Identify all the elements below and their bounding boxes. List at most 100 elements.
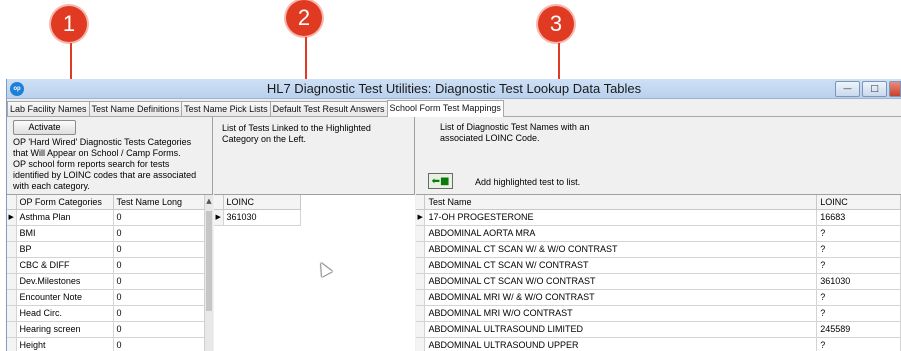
table-row[interactable]: BP 0 — [7, 241, 205, 258]
table-cell[interactable]: 0 — [113, 337, 205, 351]
categories-grid[interactable]: OP Form Categories Test Name Long ▶ Asthm… — [7, 194, 213, 351]
column-header-loinc[interactable]: LOINC — [816, 195, 901, 210]
tab-lab-facility-names[interactable]: Lab Facility Names — [7, 101, 90, 117]
table-cell[interactable]: 0 — [113, 289, 205, 306]
row-selector[interactable] — [7, 273, 17, 290]
table-row[interactable]: ABDOMINAL AORTA MRA? — [416, 225, 901, 242]
tab-test-name-definitions[interactable]: Test Name Definitions — [88, 101, 183, 117]
table-cell[interactable]: ABDOMINAL MRI W/ & W/O CONTRAST — [424, 289, 818, 306]
row-selector[interactable] — [7, 289, 17, 306]
table-cell[interactable]: 0 — [113, 241, 205, 258]
row-selector[interactable] — [416, 225, 426, 242]
table-cell[interactable]: ? — [816, 305, 901, 322]
tab-default-test-result-answers[interactable]: Default Test Result Answers — [269, 101, 388, 117]
scroll-up-icon[interactable]: ▲ — [205, 197, 213, 205]
table-row[interactable]: CBC & DIFF 0 — [7, 257, 205, 274]
table-cell[interactable]: ? — [816, 337, 901, 351]
table-cell[interactable]: 0 — [113, 257, 205, 274]
table-row[interactable]: ABDOMINAL ULTRASOUND LIMITED 245589 — [416, 321, 901, 338]
row-selector[interactable] — [416, 257, 426, 274]
current-row-indicator-icon[interactable]: ▶ — [7, 209, 17, 226]
table-row[interactable]: ABDOMINAL MRI W/ & W/O CONTRAST? — [416, 289, 901, 306]
row-selector[interactable] — [416, 321, 426, 338]
table-cell[interactable]: 361030 — [816, 273, 901, 290]
row-selector[interactable] — [416, 273, 426, 290]
table-row[interactable]: ABDOMINAL CT SCAN W/O CONTRAST 361030 — [416, 273, 901, 290]
title-bar[interactable]: op HL7 Diagnostic Test Utilities: Diagno… — [7, 79, 901, 99]
table-row[interactable]: Height 0 — [7, 337, 205, 351]
table-row[interactable]: ▶ Asthma Plan 0 — [7, 209, 205, 226]
activate-button[interactable]: Activate — [13, 120, 76, 135]
row-selector[interactable] — [7, 305, 17, 322]
table-row[interactable]: Head Circ. 0 — [7, 305, 205, 322]
table-cell[interactable]: ? — [816, 241, 901, 258]
table-row[interactable]: Encounter Note 0 — [7, 289, 205, 306]
app-window: op HL7 Diagnostic Test Utilities: Diagno… — [6, 79, 901, 351]
table-row[interactable]: ABDOMINAL CT SCAN W/ & W/O CONTRAST? — [416, 241, 901, 258]
row-selector-header — [416, 195, 426, 210]
table-cell[interactable]: Asthma Plan — [16, 209, 114, 226]
minimize-icon[interactable]: — — [835, 81, 860, 97]
column-header-loinc[interactable]: LOINC — [223, 195, 301, 210]
table-cell[interactable]: ? — [816, 225, 901, 242]
table-cell[interactable]: 0 — [113, 321, 205, 338]
row-selector[interactable] — [7, 225, 17, 242]
table-cell[interactable]: Encounter Note — [16, 289, 114, 306]
tab-test-name-pick-lists[interactable]: Test Name Pick Lists — [181, 101, 271, 117]
table-cell[interactable]: Hearing screen — [16, 321, 114, 338]
table-cell[interactable]: ? — [816, 257, 901, 274]
row-selector[interactable] — [7, 241, 17, 258]
scrollbar-thumb[interactable] — [206, 211, 212, 311]
close-icon[interactable] — [889, 81, 901, 97]
table-cell[interactable]: 361030 — [223, 209, 301, 226]
maximize-icon[interactable]: □ — [862, 81, 887, 97]
callout-marker-3: 3 — [538, 6, 574, 42]
table-cell[interactable]: ABDOMINAL AORTA MRA — [424, 225, 818, 242]
table-cell[interactable]: 0 — [113, 209, 205, 226]
row-selector[interactable] — [7, 337, 17, 351]
tab-school-form-test-mappings[interactable]: School Form Test Mappings — [386, 100, 504, 117]
table-cell[interactable]: 245589 — [816, 321, 901, 338]
add-arrow-icon[interactable]: ⬅■ — [428, 173, 453, 189]
table-row[interactable]: Hearing screen 0 — [7, 321, 205, 338]
table-cell[interactable]: ABDOMINAL ULTRASOUND UPPER — [424, 337, 818, 351]
table-cell[interactable]: Head Circ. — [16, 305, 114, 322]
row-selector[interactable] — [416, 241, 426, 258]
table-cell[interactable]: ? — [816, 289, 901, 306]
row-selector[interactable] — [416, 337, 426, 351]
table-row[interactable]: ABDOMINAL CT SCAN W/ CONTRAST? — [416, 257, 901, 274]
table-cell[interactable]: 0 — [113, 225, 205, 242]
row-selector[interactable] — [416, 289, 426, 306]
test-names-grid[interactable]: Test Name LOINC ▶ 17-OH PROGESTERONE 16683… — [416, 194, 901, 351]
table-row[interactable]: ABDOMINAL MRI W/O CONTRAST? — [416, 305, 901, 322]
current-row-indicator-icon[interactable]: ▶ — [416, 209, 426, 226]
categories-scrollbar[interactable]: ▲ — [204, 195, 213, 351]
table-row[interactable]: ▶ 17-OH PROGESTERONE 16683 — [416, 209, 901, 226]
table-cell[interactable]: 0 — [113, 273, 205, 290]
table-cell[interactable]: BP — [16, 241, 114, 258]
table-cell[interactable]: Dev.Milestones — [16, 273, 114, 290]
table-cell[interactable]: CBC & DIFF — [16, 257, 114, 274]
linked-tests-grid[interactable]: LOINC ▶ 361030 — [214, 194, 415, 351]
column-header-test-name-long[interactable]: Test Name Long — [113, 195, 205, 210]
table-row[interactable]: ▶ 361030 — [214, 209, 301, 226]
current-row-indicator-icon[interactable]: ▶ — [214, 209, 224, 226]
table-cell[interactable]: Height — [16, 337, 114, 351]
table-cell[interactable]: ABDOMINAL CT SCAN W/O CONTRAST — [424, 273, 818, 290]
column-header-test-name[interactable]: Test Name — [424, 195, 818, 210]
column-header-op-form-categories[interactable]: OP Form Categories — [16, 195, 114, 210]
table-cell[interactable]: ABDOMINAL ULTRASOUND LIMITED — [424, 321, 818, 338]
row-selector[interactable] — [416, 305, 426, 322]
table-cell[interactable]: 17-OH PROGESTERONE — [424, 209, 818, 226]
table-row[interactable]: BMI 0 — [7, 225, 205, 242]
table-cell[interactable]: ABDOMINAL CT SCAN W/ CONTRAST — [424, 257, 818, 274]
table-cell[interactable]: ABDOMINAL MRI W/O CONTRAST — [424, 305, 818, 322]
table-row[interactable]: Dev.Milestones 0 — [7, 273, 205, 290]
table-row[interactable]: ABDOMINAL ULTRASOUND UPPER? — [416, 337, 901, 351]
table-cell[interactable]: BMI — [16, 225, 114, 242]
table-cell[interactable]: 16683 — [816, 209, 901, 226]
row-selector[interactable] — [7, 257, 17, 274]
row-selector[interactable] — [7, 321, 17, 338]
table-cell[interactable]: 0 — [113, 305, 205, 322]
table-cell[interactable]: ABDOMINAL CT SCAN W/ & W/O CONTRAST — [424, 241, 818, 258]
